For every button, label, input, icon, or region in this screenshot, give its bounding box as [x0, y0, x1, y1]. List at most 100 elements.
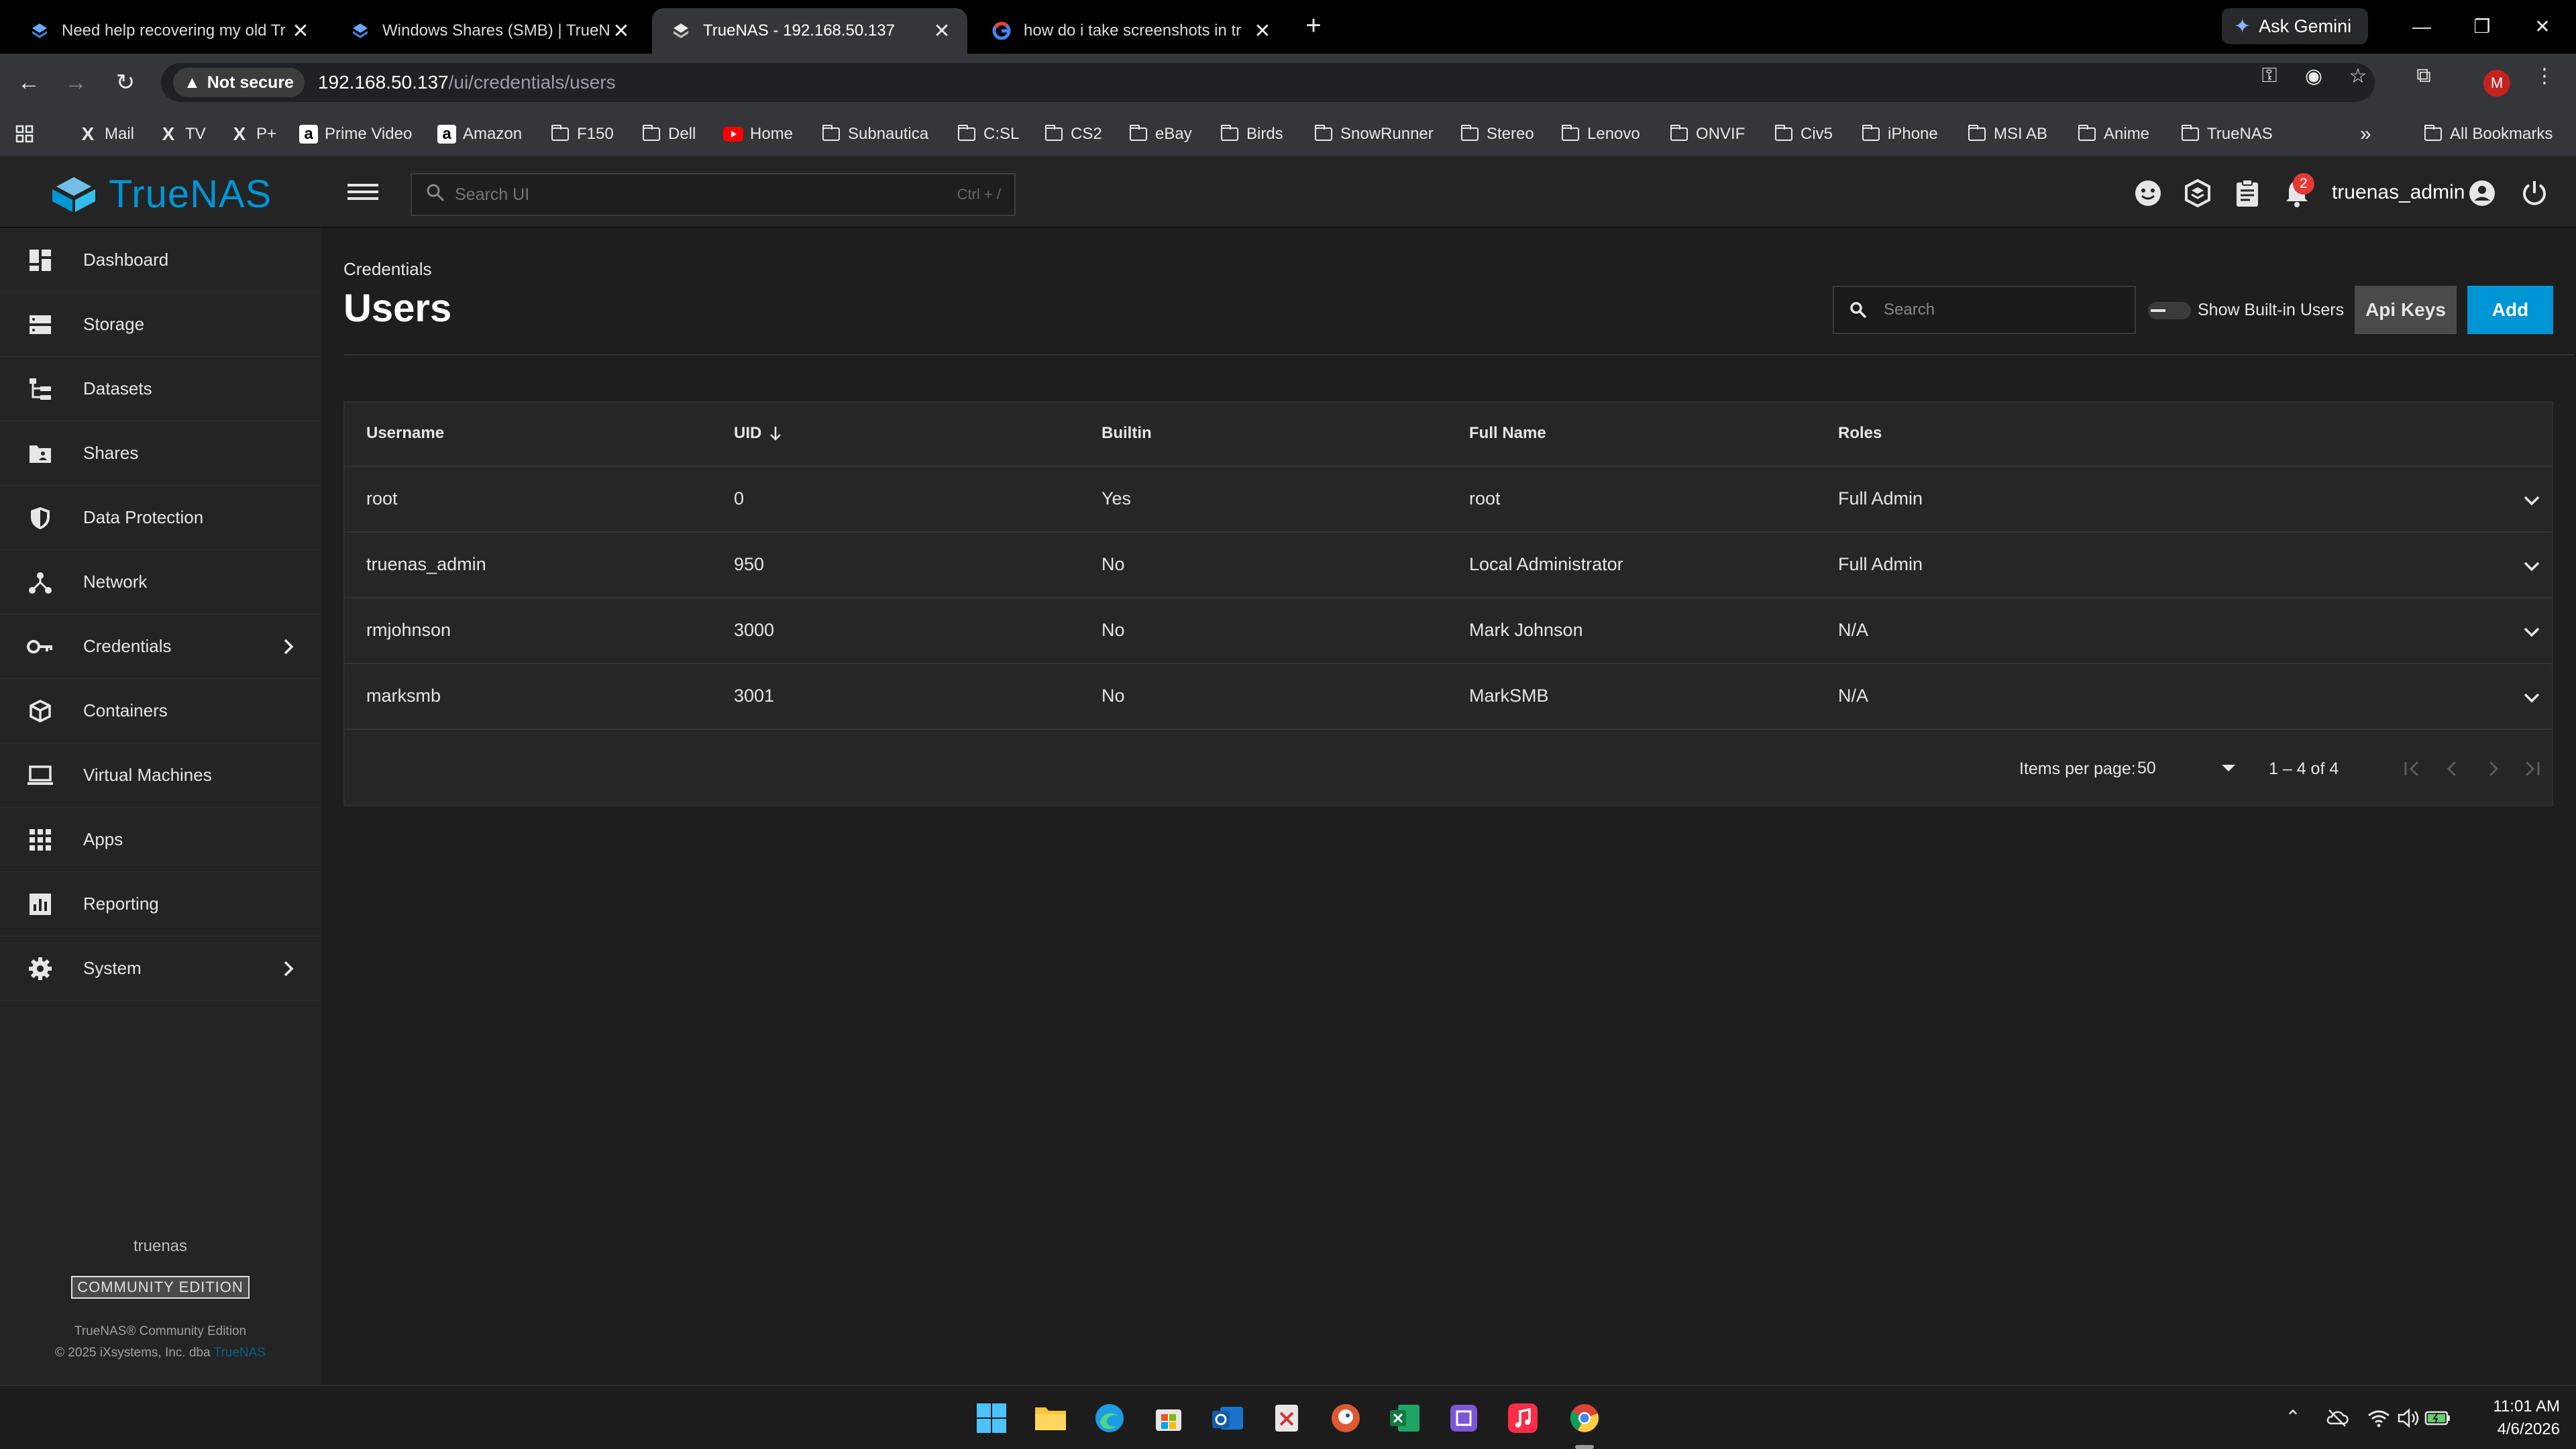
all-bookmarks-button[interactable]: All Bookmarks: [2423, 121, 2553, 148]
snipping-tool-icon[interactable]: [1267, 1398, 1307, 1438]
bookmark-amazon[interactable]: a Amazon: [437, 121, 522, 148]
expand-row-chevron-down-icon[interactable]: [2518, 487, 2545, 514]
tab-close-icon[interactable]: ✕: [1252, 19, 1273, 43]
bookmark-folder-subnautica[interactable]: Subnautica: [821, 121, 928, 148]
close-window-icon[interactable]: ✕: [2521, 9, 2564, 44]
restore-window-icon[interactable]: ❐: [2461, 9, 2504, 44]
bookmark-tv[interactable]: X TV: [158, 121, 206, 148]
account-circle-icon[interactable]: [2466, 177, 2498, 209]
column-header-uid[interactable]: UID: [734, 424, 783, 443]
table-row[interactable]: truenas_admin 950 No Local Administrator…: [345, 533, 2552, 598]
browser-tab[interactable]: Need help recovering my old Tr ✕: [11, 8, 326, 54]
search-ui-input[interactable]: Search UI Ctrl + /: [411, 173, 1016, 216]
bookmark-star-icon[interactable]: ☆: [2341, 64, 2375, 98]
system-clock[interactable]: 11:01 AM 4/6/2026: [2461, 1395, 2560, 1441]
browser-tab-active[interactable]: TrueNAS - 192.168.50.137 ✕: [652, 8, 967, 54]
bookmark-folder-csl[interactable]: C:SL: [957, 121, 1019, 148]
onedrive-sync-off-icon[interactable]: [2324, 1406, 2351, 1433]
sidebar-item-system[interactable]: System: [0, 936, 321, 1001]
current-username[interactable]: truenas_admin: [2332, 181, 2465, 204]
column-header-roles[interactable]: Roles: [1838, 424, 1882, 443]
sidebar-item-credentials[interactable]: Credentials: [0, 614, 321, 679]
forward-arrow-icon[interactable]: →: [59, 66, 93, 99]
bookmark-folder-dell[interactable]: Dell: [641, 121, 696, 148]
apps-grid-icon[interactable]: [15, 121, 35, 148]
bookmark-folder-ebay[interactable]: eBay: [1128, 121, 1192, 148]
windows-start-icon[interactable]: [971, 1398, 1012, 1438]
apple-music-icon[interactable]: [1503, 1398, 1543, 1438]
edge-browser-icon[interactable]: [1089, 1398, 1130, 1438]
not-secure-indicator[interactable]: ▲ Not secure: [173, 68, 305, 97]
truecommand-icon[interactable]: [2182, 177, 2214, 209]
tab-close-icon[interactable]: ✕: [610, 19, 632, 43]
bookmark-prime-video[interactable]: a Prime Video: [299, 121, 412, 148]
bookmark-folder-msi-ab[interactable]: MSI AB: [1967, 121, 2047, 148]
bookmark-p-plus[interactable]: X P+: [229, 121, 276, 148]
sidebar-item-storage[interactable]: Storage: [0, 292, 321, 357]
truenas-logo[interactable]: TrueNAS: [48, 172, 272, 217]
tab-close-icon[interactable]: ✕: [290, 19, 311, 43]
bookmark-home[interactable]: Home: [723, 121, 793, 148]
expand-row-chevron-down-icon[interactable]: [2518, 619, 2545, 645]
next-page-icon[interactable]: [2479, 755, 2506, 782]
chrome-icon[interactable]: [1564, 1398, 1605, 1438]
wifi-icon[interactable]: [2365, 1406, 2392, 1433]
jobs-clipboard-icon[interactable]: [2231, 177, 2263, 209]
power-icon[interactable]: [2518, 177, 2551, 209]
browser-tab[interactable]: how do i take screenshots in tr ✕: [973, 8, 1288, 54]
sidebar-item-apps[interactable]: Apps: [0, 808, 321, 872]
column-header-builtin[interactable]: Builtin: [1102, 424, 1152, 443]
feedback-smiley-icon[interactable]: [2132, 177, 2164, 209]
show-hidden-icons-chevron-icon[interactable]: ⌃: [2279, 1406, 2306, 1433]
previous-page-icon[interactable]: [2439, 755, 2466, 782]
duckduckgo-icon[interactable]: [1326, 1398, 1366, 1438]
bookmark-folder-anime[interactable]: Anime: [2077, 121, 2149, 148]
tab-search-icon[interactable]: ⧉: [2407, 64, 2440, 98]
minimize-window-icon[interactable]: —: [2400, 9, 2443, 44]
sidebar-item-virtual-machines[interactable]: Virtual Machines: [0, 743, 321, 808]
reload-icon[interactable]: ↻: [109, 66, 142, 99]
sidebar-item-datasets[interactable]: Datasets: [0, 357, 321, 421]
add-user-button[interactable]: Add: [2467, 286, 2553, 334]
bookmark-folder-onvif[interactable]: ONVIF: [1669, 121, 1745, 148]
truenas-link[interactable]: TrueNAS: [214, 1346, 266, 1360]
browser-menu-icon[interactable]: ⋮: [2528, 64, 2561, 98]
dev-tool-icon[interactable]: [1444, 1398, 1484, 1438]
breadcrumb[interactable]: Credentials: [343, 259, 432, 280]
tab-close-icon[interactable]: ✕: [931, 19, 953, 43]
menu-toggle-icon[interactable]: [347, 180, 378, 207]
bookmark-folder-snowrunner[interactable]: SnowRunner: [1313, 121, 1434, 148]
back-arrow-icon[interactable]: ←: [12, 66, 46, 99]
eye-icon[interactable]: ◉: [2297, 64, 2330, 98]
first-page-icon[interactable]: [2399, 755, 2426, 782]
api-keys-button[interactable]: Api Keys: [2355, 286, 2457, 334]
table-row[interactable]: rmjohnson 3000 No Mark Johnson N/A: [345, 598, 2552, 664]
outlook-icon[interactable]: [1208, 1398, 1248, 1438]
bookmark-folder-stereo[interactable]: Stereo: [1460, 121, 1534, 148]
bookmark-folder-cs2[interactable]: CS2: [1044, 121, 1102, 148]
column-header-full-name[interactable]: Full Name: [1469, 424, 1546, 443]
sidebar-item-reporting[interactable]: Reporting: [0, 872, 321, 936]
expand-row-chevron-down-icon[interactable]: [2518, 553, 2545, 580]
bookmark-folder-truenas[interactable]: TrueNAS: [2180, 121, 2273, 148]
bookmark-mail[interactable]: X Mail: [78, 121, 134, 148]
battery-charging-icon[interactable]: [2424, 1406, 2451, 1433]
expand-row-chevron-down-icon[interactable]: [2518, 684, 2545, 711]
bookmark-folder-f150[interactable]: F150: [550, 121, 614, 148]
volume-icon[interactable]: [2395, 1406, 2422, 1433]
bookmark-folder-birds[interactable]: Birds: [1220, 121, 1283, 148]
profile-avatar[interactable]: M: [2483, 70, 2510, 97]
users-search-input[interactable]: Search: [1833, 286, 2136, 334]
column-header-username[interactable]: Username: [366, 424, 444, 443]
sidebar-item-containers[interactable]: Containers: [0, 679, 321, 743]
address-bar[interactable]: ▲ Not secure 192.168.50.137 /ui/credenti…: [161, 63, 2375, 102]
password-key-icon[interactable]: ⚿: [2253, 64, 2286, 98]
excel-icon[interactable]: [1385, 1398, 1425, 1438]
sidebar-item-network[interactable]: Network: [0, 550, 321, 614]
last-page-icon[interactable]: [2518, 755, 2545, 782]
table-row[interactable]: root 0 Yes root Full Admin: [345, 467, 2552, 533]
items-per-page-select[interactable]: 50: [2137, 753, 2238, 784]
bookmark-folder-lenovo[interactable]: Lenovo: [1560, 121, 1640, 148]
file-explorer-icon[interactable]: [1030, 1398, 1071, 1438]
browser-tab[interactable]: Windows Shares (SMB) | TrueN ✕: [331, 8, 647, 54]
